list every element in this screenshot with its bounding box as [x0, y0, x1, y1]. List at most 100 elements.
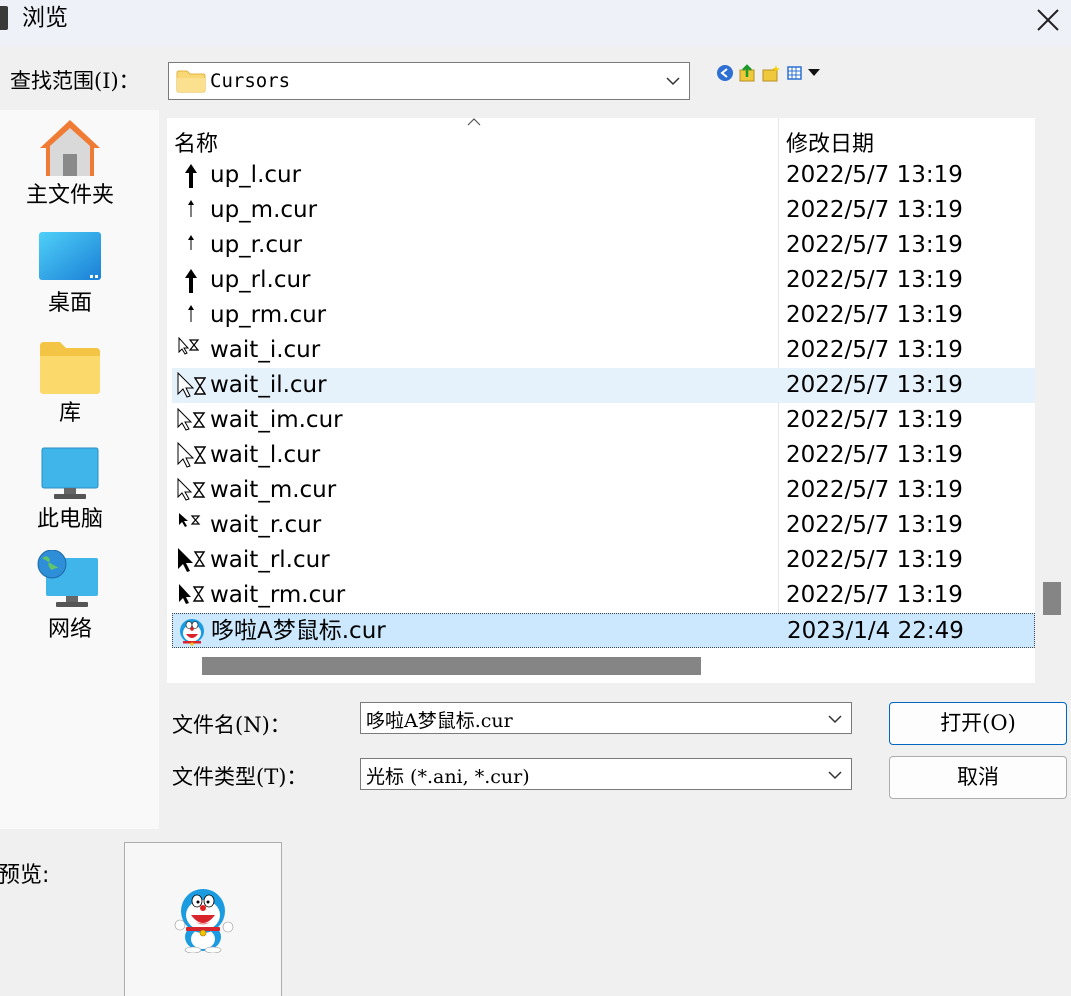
filename-label: 文件名(N)：	[172, 713, 291, 737]
file-row[interactable]: wait_i.cur 2022/5/7 13:19	[172, 333, 1035, 368]
close-button[interactable]	[1024, 0, 1071, 40]
up-folder-icon[interactable]	[738, 64, 756, 82]
filename-value: 哆啦A梦鼠标.cur	[366, 710, 513, 732]
file-row[interactable]: up_rm.cur 2022/5/7 13:19	[172, 298, 1035, 333]
computer-monitor-icon	[41, 447, 99, 499]
file-row[interactable]: wait_rl.cur 2022/5/7 13:19	[172, 543, 1035, 578]
place-label: 此电脑	[36, 507, 103, 532]
file-name: wait_l.cur	[210, 442, 321, 468]
title-bar: 浏览	[0, 0, 1071, 46]
file-name: wait_il.cur	[210, 372, 327, 398]
file-date: 2022/5/7 13:19	[786, 407, 963, 433]
arrow-up-thin-icon	[188, 200, 194, 217]
file-row[interactable]: wait_r.cur 2022/5/7 13:19	[172, 508, 1035, 543]
file-date: 2022/5/7 13:19	[786, 337, 963, 363]
file-row[interactable]: 哆啦A梦鼠标.cur 2023/1/4 22:49	[172, 613, 1035, 648]
lookin-label: 查找范围(I)：	[10, 69, 140, 93]
file-row[interactable]: up_m.cur 2022/5/7 13:19	[172, 193, 1035, 228]
lookin-value: Cursors	[210, 70, 291, 92]
busy-pointer-white-icon	[177, 407, 206, 431]
place-label: 库	[58, 401, 81, 426]
vertical-scrollbar-thumb[interactable]	[1043, 582, 1061, 615]
view-menu-icon[interactable]	[786, 64, 822, 82]
list-header: 名称 修改日期	[167, 118, 1035, 158]
app-icon	[0, 6, 8, 30]
file-date: 2022/5/7 13:19	[786, 197, 963, 223]
file-row[interactable]: wait_m.cur 2022/5/7 13:19	[172, 473, 1035, 508]
file-date: 2022/5/7 13:19	[786, 267, 963, 293]
busy-pointer-white-icon	[177, 477, 206, 501]
home-icon	[40, 120, 100, 176]
busy-pointer-white-icon	[177, 442, 206, 468]
busy-pointer-white-icon	[177, 372, 206, 398]
network-globe-icon	[37, 549, 98, 607]
preview-label: 预览:	[0, 863, 50, 888]
file-date: 2022/5/7 13:19	[786, 477, 963, 503]
file-name: wait_m.cur	[210, 477, 337, 503]
file-row[interactable]: up_r.cur 2022/5/7 13:19	[172, 228, 1035, 263]
lookin-combobox[interactable]: Cursors	[168, 62, 690, 100]
place-label: 网络	[47, 617, 92, 642]
horizontal-scrollbar-thumb[interactable]	[202, 657, 701, 675]
arrow-up-thin-icon	[188, 235, 194, 250]
file-date: 2022/5/7 13:19	[786, 162, 963, 188]
file-row[interactable]: up_l.cur 2022/5/7 13:19	[172, 158, 1035, 193]
doraemon-preview-image	[174, 889, 234, 953]
open-button[interactable]: 打开(O)	[889, 702, 1067, 745]
place-desktop[interactable]: 桌面	[0, 230, 140, 318]
file-row[interactable]: wait_il.cur 2022/5/7 13:19	[172, 368, 1035, 403]
file-name: up_rm.cur	[210, 302, 327, 328]
file-date: 2022/5/7 13:19	[786, 372, 963, 398]
place-library[interactable]: 库	[0, 340, 140, 428]
cancel-button[interactable]: 取消	[889, 756, 1067, 799]
back-icon[interactable]	[716, 64, 734, 82]
file-date: 2022/5/7 13:19	[786, 582, 963, 608]
place-label: 主文件夹	[25, 183, 114, 208]
file-list[interactable]: 名称 修改日期 up_l.cur 2022/5/7 13:19 up_m.cur…	[167, 118, 1035, 683]
new-folder-icon[interactable]	[762, 64, 780, 82]
place-network[interactable]: 网络	[0, 549, 140, 644]
file-date: 2022/5/7 13:19	[786, 302, 963, 328]
file-row[interactable]: wait_l.cur 2022/5/7 13:19	[172, 438, 1035, 473]
file-row[interactable]: wait_im.cur 2022/5/7 13:19	[172, 403, 1035, 438]
filetype-combobox[interactable]: 光标 (*.ani, *.cur)	[360, 758, 852, 790]
places-bar: 主文件夹 桌面 库 此电脑 网络	[0, 110, 159, 829]
arrow-up-bold-icon	[185, 164, 197, 188]
busy-pointer-black-small-icon	[179, 513, 201, 527]
file-name: wait_rl.cur	[210, 547, 330, 573]
file-name: up_l.cur	[210, 162, 302, 188]
arrow-up-thin-icon	[188, 305, 194, 322]
column-header-name[interactable]: 名称	[174, 126, 218, 158]
busy-pointer-small-icon	[178, 337, 200, 355]
arrow-up-bold-icon	[185, 269, 197, 293]
busy-pointer-black-icon	[179, 584, 205, 604]
file-date: 2022/5/7 13:19	[786, 512, 963, 538]
file-date: 2022/5/7 13:19	[786, 232, 963, 258]
sort-ascending-icon	[467, 118, 481, 126]
file-row[interactable]: up_rl.cur 2022/5/7 13:19	[172, 263, 1035, 298]
close-icon	[1036, 9, 1059, 31]
busy-pointer-black-icon	[178, 548, 206, 572]
place-this-pc[interactable]: 此电脑	[0, 446, 140, 534]
file-name: wait_r.cur	[210, 512, 322, 538]
file-row[interactable]: wait_rm.cur 2022/5/7 13:19	[172, 578, 1035, 613]
filename-combobox[interactable]: 哆啦A梦鼠标.cur	[360, 702, 852, 734]
file-date: 2022/5/7 13:19	[786, 442, 963, 468]
file-name: wait_im.cur	[210, 407, 343, 433]
file-name: up_rl.cur	[210, 267, 311, 293]
folder-icon	[176, 70, 206, 93]
file-name: up_r.cur	[210, 232, 303, 258]
chevron-down-icon[interactable]	[828, 714, 842, 724]
file-date: 2022/5/7 13:19	[786, 547, 963, 573]
file-name: wait_i.cur	[210, 337, 321, 363]
desktop-icon	[39, 232, 101, 280]
column-header-date[interactable]: 修改日期	[786, 126, 874, 158]
file-name: 哆啦A梦鼠标.cur	[211, 618, 386, 644]
doraemon-cursor-icon	[180, 619, 204, 646]
chevron-down-icon[interactable]	[828, 770, 842, 780]
place-label: 桌面	[47, 291, 92, 316]
chevron-down-icon	[666, 77, 680, 86]
file-name: up_m.cur	[210, 197, 318, 223]
filetype-label: 文件类型(T)：	[172, 765, 308, 789]
place-home[interactable]: 主文件夹	[0, 116, 140, 210]
